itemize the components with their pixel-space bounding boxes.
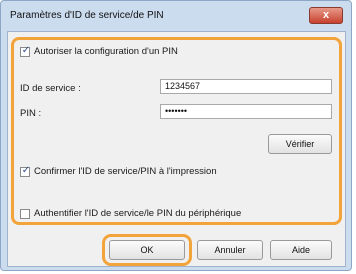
title-bar[interactable]: Paramètres d'ID de service/de PIN x — [1, 1, 351, 31]
authenticate-device-row[interactable]: Authentifier l'ID de service/le PIN du p… — [20, 208, 241, 219]
close-icon: x — [322, 9, 330, 21]
enable-pin-label: Autoriser la configuration d'un PIN — [34, 46, 178, 57]
settings-highlight-frame — [11, 37, 342, 225]
enable-pin-row[interactable]: ✓ Autoriser la configuration d'un PIN — [20, 44, 178, 57]
confirm-at-print-checkbox[interactable]: ✓ — [20, 164, 31, 177]
close-button[interactable]: x — [309, 7, 343, 24]
service-id-label: ID de service : — [20, 83, 81, 94]
pin-label: PIN : — [20, 108, 42, 119]
dialog-window: Paramètres d'ID de service/de PIN x ✓ Au… — [0, 0, 352, 271]
confirm-at-print-row[interactable]: ✓ Confirmer l'ID de service/PIN à l'impr… — [20, 164, 217, 177]
enable-pin-checkbox[interactable]: ✓ — [20, 44, 31, 57]
dialog-client-area: ✓ Autoriser la configuration d'un PIN ID… — [7, 31, 346, 267]
checkmark-icon: ✓ — [21, 44, 31, 56]
service-id-input[interactable]: 1234567 — [160, 79, 332, 94]
help-button[interactable]: Aide — [270, 240, 332, 260]
authenticate-device-checkbox[interactable] — [20, 208, 30, 219]
checkmark-icon: ✓ — [21, 164, 31, 176]
verify-button[interactable]: Vérifier — [268, 134, 332, 154]
confirm-at-print-label: Confirmer l'ID de service/PIN à l'impres… — [34, 166, 217, 177]
window-title: Paramètres d'ID de service/de PIN — [10, 10, 164, 21]
cancel-button[interactable]: Annuler — [197, 240, 263, 260]
pin-input[interactable]: ••••••• — [160, 104, 332, 119]
ok-button[interactable]: OK — [109, 240, 185, 260]
authenticate-device-label: Authentifier l'ID de service/le PIN du p… — [34, 208, 242, 219]
